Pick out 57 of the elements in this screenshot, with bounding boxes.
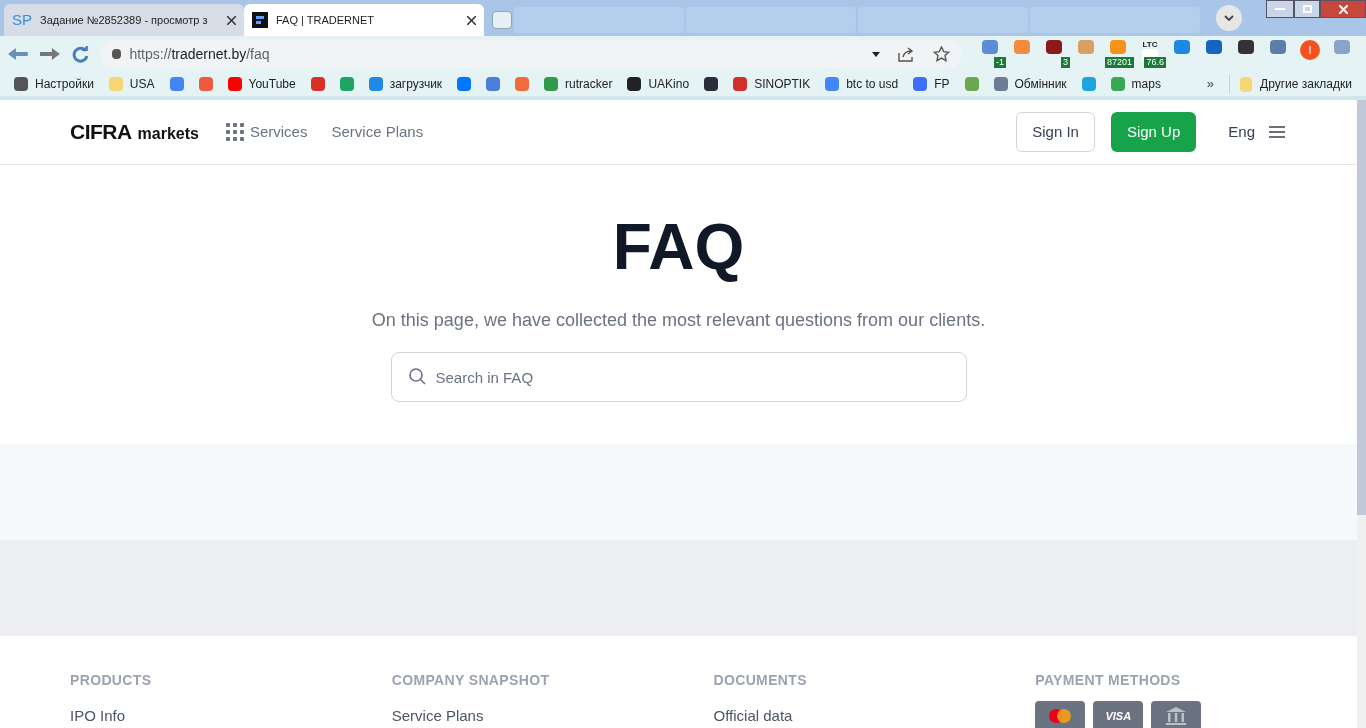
bookmark[interactable]: Обмінник — [993, 75, 1067, 93]
bookmark[interactable]: Настройки — [14, 75, 94, 93]
nav-link[interactable]: Services — [249, 120, 308, 144]
close-icon — [1338, 4, 1348, 14]
star-icon[interactable] — [933, 46, 950, 62]
close-window-button[interactable] — [1320, 0, 1366, 18]
share-icon[interactable] — [898, 46, 915, 62]
bookmark[interactable]: UAKino — [627, 75, 690, 93]
footer-link[interactable]: Service Plans — [391, 705, 714, 728]
address-bar[interactable]: https://tradernet.by/faq — [100, 40, 962, 68]
url-text: https://tradernet.by/faq — [129, 44, 270, 64]
bookmark[interactable]: rutracker — [544, 75, 613, 93]
new-tab-icon[interactable] — [492, 11, 512, 29]
footer-heading: COMPANY SNAPSHOT — [391, 671, 551, 690]
bookmark[interactable]: загрузчик — [368, 75, 443, 93]
sign-in-button[interactable]: Sign In — [1016, 112, 1095, 152]
bookmark[interactable]: SINOPTIK — [733, 75, 811, 93]
grid-icon[interactable] — [225, 123, 244, 141]
search-icon — [408, 368, 426, 385]
footer-heading: PAYMENT METHODS — [1035, 671, 1182, 690]
tab-search-icon[interactable] — [1216, 5, 1242, 31]
tab-favicon: SP — [12, 9, 32, 30]
footer-link[interactable]: IPO Info — [70, 705, 392, 728]
tab-title: FAQ | TRADERNET — [276, 12, 375, 28]
bookmark[interactable] — [704, 77, 719, 91]
bookmark[interactable]: USA — [108, 75, 155, 93]
nav-link[interactable]: Service Plans — [331, 120, 424, 144]
reload-icon[interactable] — [71, 45, 89, 63]
menu-icon[interactable] — [1269, 126, 1285, 138]
footer-heading: PRODUCTS — [70, 671, 153, 690]
browser-tab[interactable]: FAQ | TRADERNET — [244, 4, 484, 36]
footer-heading: DOCUMENTS — [713, 671, 808, 690]
visa-label: VISA — [1105, 708, 1132, 724]
bookmark[interactable]: YouTube — [227, 75, 296, 93]
maximize-button[interactable] — [1294, 0, 1320, 18]
minimize-button[interactable] — [1266, 0, 1294, 18]
bookmark[interactable]: btc to usd — [825, 75, 899, 93]
tab-title: Задание №2852389 - просмотр з — [40, 12, 209, 28]
language-selector[interactable]: Eng — [1228, 120, 1255, 144]
caret-icon[interactable] — [872, 51, 880, 57]
page-title: FAQ — [612, 210, 745, 285]
close-icon[interactable] — [227, 15, 236, 25]
close-icon[interactable] — [467, 15, 476, 25]
bank-icon — [1165, 706, 1188, 726]
cifra-markets-logo[interactable]: CIFRA markets — [70, 116, 199, 148]
footer-link[interactable]: Official data — [713, 705, 1036, 728]
browser-tab[interactable]: SP Задание №2852389 - просмотр з — [4, 4, 244, 36]
bookmark[interactable]: maps — [1110, 75, 1161, 93]
page-subtitle: On this page, we have collected the most relevant questions from our clients. — [371, 309, 986, 332]
search-field[interactable]: Search in FAQ — [390, 352, 967, 402]
bookmark-folder[interactable]: Другие закладки — [1229, 75, 1352, 93]
more-bookmarks-button[interactable]: » — [1206, 74, 1215, 94]
lock-icon — [112, 49, 122, 59]
f-logo-icon — [252, 12, 268, 28]
bookmark[interactable]: FP — [913, 75, 950, 93]
forward-arrow-icon[interactable] — [39, 48, 60, 60]
back-arrow-icon[interactable] — [8, 48, 28, 60]
